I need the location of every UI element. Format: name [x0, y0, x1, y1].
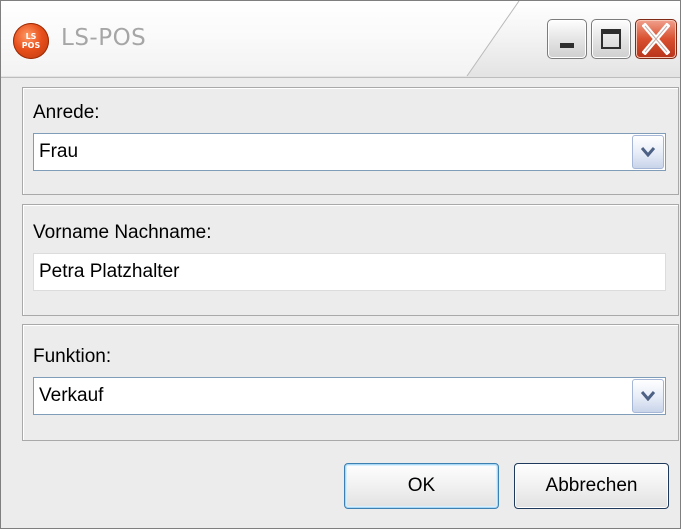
fullname-input[interactable]: Petra Platzhalter	[33, 253, 666, 291]
close-icon	[642, 23, 670, 55]
app-icon-text-bottom: POS	[21, 41, 41, 50]
minimize-icon	[560, 43, 574, 48]
salutation-dropdown[interactable]: Frau	[33, 133, 666, 171]
maximize-button[interactable]	[591, 19, 631, 59]
function-group: Funktion: Verkauf	[22, 324, 679, 441]
chevron-down-icon	[641, 391, 655, 401]
salutation-dropdown-button[interactable]	[632, 135, 664, 169]
fullname-label: Vorname Nachname:	[33, 222, 212, 243]
fullname-group: Vorname Nachname: Petra Platzhalter	[22, 204, 679, 316]
function-dropdown-button[interactable]	[632, 379, 664, 413]
maximize-icon	[601, 29, 621, 49]
ls-pos-app-icon: LS POS	[13, 23, 49, 59]
window-title: LS-POS	[61, 25, 147, 51]
ok-button[interactable]: OK	[344, 463, 499, 509]
dialog-window: LS POS LS-POS Anrede: Frau Vorname Nachn…	[0, 0, 681, 529]
app-icon-text-top: LS	[25, 32, 37, 41]
title-bar[interactable]: LS POS LS-POS	[1, 1, 680, 78]
salutation-label: Anrede:	[33, 102, 100, 123]
cancel-button[interactable]: Abbrechen	[514, 463, 669, 509]
minimize-button[interactable]	[547, 19, 587, 59]
salutation-selected-value: Frau	[39, 141, 79, 162]
chevron-down-icon	[641, 147, 655, 157]
close-button[interactable]	[635, 19, 677, 59]
fullname-input-value: Petra Platzhalter	[39, 261, 180, 282]
function-dropdown[interactable]: Verkauf	[33, 377, 666, 415]
salutation-group: Anrede: Frau	[22, 87, 679, 195]
function-label: Funktion:	[33, 346, 112, 367]
function-selected-value: Verkauf	[39, 385, 104, 406]
